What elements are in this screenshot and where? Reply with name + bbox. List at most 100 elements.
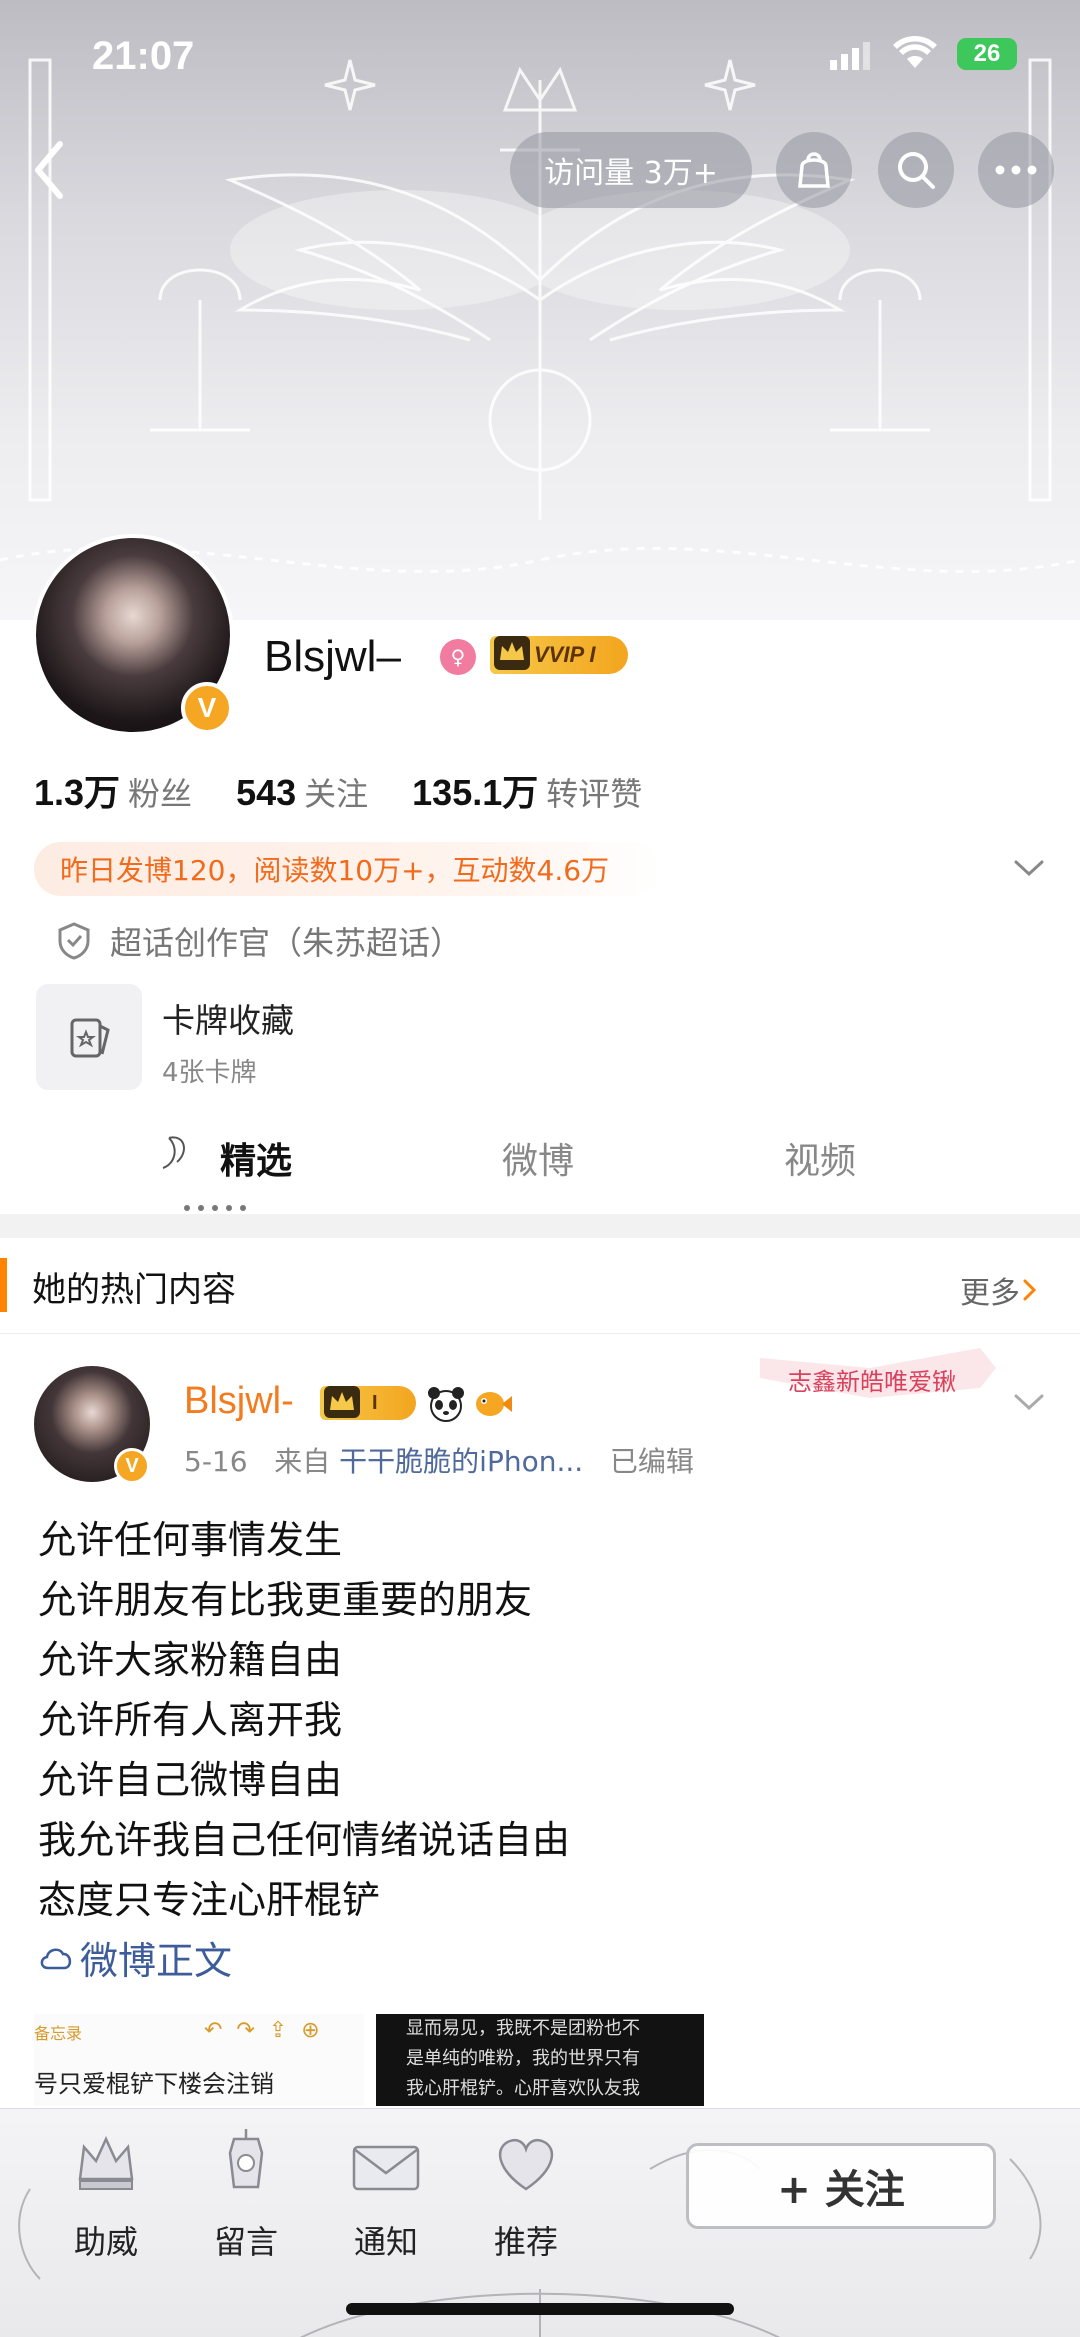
more-options-button[interactable] bbox=[978, 132, 1054, 208]
tab-video[interactable]: 视频 bbox=[784, 1132, 856, 1184]
cheer-label: 助威 bbox=[73, 2223, 138, 2261]
post-date: 5-16 bbox=[184, 1445, 248, 1478]
post-line: 态度只专注心肝棍铲 bbox=[38, 1878, 381, 1922]
memo-text: 号只爱棍铲下楼会注销 bbox=[34, 2070, 274, 2098]
status-bar: 21:07 26 bbox=[0, 0, 1080, 120]
vvip-badge[interactable]: VVIP I bbox=[490, 636, 628, 674]
post-edited: 已编辑 bbox=[609, 1445, 694, 1478]
following-count[interactable]: 543 bbox=[236, 772, 296, 814]
post-meta: 5-16 来自 干干脆脆的iPhon... 已编辑 bbox=[184, 1440, 694, 1480]
gift-bag-icon bbox=[798, 152, 830, 188]
message-button[interactable]: 留言 bbox=[186, 2117, 306, 2307]
cellular-signal-icon bbox=[830, 42, 870, 70]
interactions-label: 转评赞 bbox=[546, 775, 643, 813]
recommend-button[interactable]: 推荐 bbox=[466, 2117, 586, 2307]
post-line: 允许所有人离开我 bbox=[38, 1698, 343, 1742]
post-sticker-decoration: 志鑫新皓唯爱锹 bbox=[760, 1348, 996, 1398]
post-verified-mark: V bbox=[125, 1454, 139, 1477]
profile-tabs: 精选 微博 视频 bbox=[0, 1120, 1080, 1220]
search-icon bbox=[898, 152, 935, 189]
panda-icon bbox=[428, 1387, 464, 1422]
post-line: 允许朋友有比我更重要的朋友 bbox=[38, 1578, 533, 1622]
visit-count-label: 访问量 3万+ bbox=[544, 156, 718, 191]
chevron-right-icon bbox=[1023, 1279, 1037, 1301]
visit-count-pill[interactable]: 访问量 3万+ bbox=[510, 132, 752, 208]
post-vip-level: I bbox=[372, 1391, 378, 1414]
post-body[interactable]: 允许任何事情发生 允许朋友有比我更重要的朋友 允许大家粉籍自由 允许所有人离开我… bbox=[38, 1510, 570, 1930]
shield-icon bbox=[58, 922, 90, 960]
wifi-icon bbox=[893, 36, 937, 68]
search-button[interactable] bbox=[878, 132, 954, 208]
profile-stats: 1.3万 粉丝 543 关注 135.1万 转评赞 bbox=[34, 764, 686, 814]
following-label[interactable]: 关注 bbox=[304, 769, 368, 815]
lantern-icon bbox=[228, 2129, 264, 2189]
post-image-dark-text[interactable]: 显而易见，我既不是团粉也不 是单纯的唯粉，我的世界只有 我心肝棍铲。心肝喜欢队友… bbox=[376, 2014, 704, 2106]
vvip-label: VVIP I bbox=[534, 642, 596, 667]
post-source[interactable]: 干干脆脆的iPhon... bbox=[339, 1445, 583, 1478]
tab-featured[interactable]: 精选 bbox=[220, 1132, 292, 1184]
post-line: 允许大家粉籍自由 bbox=[38, 1638, 343, 1682]
post-image-strip[interactable]: 备忘录 ↶↷⇪⊕ 号只爱棍铲下楼会注销 显而易见，我既不是团粉也不 是单纯的唯粉… bbox=[0, 2014, 1080, 2106]
daily-highlight[interactable]: 昨日发博120，阅读数10万+，互动数4.6万 bbox=[34, 842, 662, 896]
post-line: 允许自己微博自由 bbox=[38, 1758, 343, 1802]
creator-title-row[interactable]: 超话创作官（朱苏超话） bbox=[56, 918, 462, 964]
more-label: 更多 bbox=[960, 1276, 1020, 1311]
recommend-label: 推荐 bbox=[493, 2223, 558, 2261]
dark-image-line: 显而易见，我既不是团粉也不 bbox=[406, 2018, 640, 2039]
post-author-name[interactable]: Blsjwl- bbox=[184, 1380, 294, 1423]
more-dots-icon bbox=[995, 165, 1037, 175]
memo-toolbar-icons: ↶↷⇪⊕ bbox=[204, 2018, 334, 2043]
creator-title: 超话创作官（朱苏超话） bbox=[110, 924, 463, 962]
hot-content-header: 她的热门内容 更多 bbox=[0, 1238, 1080, 1334]
profile-username: Blsjwl– bbox=[264, 632, 401, 681]
battery-icon: 26 bbox=[957, 38, 1017, 70]
memo-title: 备忘录 bbox=[34, 2024, 83, 2043]
post-line: 我允许我自己任何情绪说话自由 bbox=[38, 1818, 571, 1862]
post-from-prefix: 来自 bbox=[274, 1445, 331, 1478]
verified-mark: V bbox=[197, 692, 217, 723]
status-time: 21:07 bbox=[92, 34, 195, 78]
card-collection-count: 4张卡牌 bbox=[162, 1058, 257, 1088]
follow-button[interactable]: + 关注 bbox=[686, 2143, 996, 2229]
sticker-text: 志鑫新皓唯爱锹 bbox=[788, 1368, 956, 1396]
weibo-body-label: 微博正文 bbox=[80, 1939, 233, 1983]
envelope-icon bbox=[352, 2145, 420, 2191]
card-collection-title[interactable]: 卡牌收藏 bbox=[162, 994, 294, 1042]
card-collection-icon-box[interactable] bbox=[36, 984, 142, 1090]
post-image-memo[interactable]: 备忘录 ↶↷⇪⊕ 号只爱棍铲下楼会注销 bbox=[34, 2014, 364, 2106]
follow-label: + 关注 bbox=[777, 2167, 905, 2213]
heart-icon bbox=[498, 2138, 554, 2191]
gift-button[interactable] bbox=[776, 132, 852, 208]
post-menu-chevron-icon[interactable] bbox=[1012, 1390, 1046, 1414]
tab-weibo[interactable]: 微博 bbox=[502, 1132, 574, 1184]
post-crown-icon bbox=[324, 1386, 360, 1418]
weibo-body-link[interactable]: 微博正文 bbox=[38, 1930, 232, 1985]
crown-icon bbox=[494, 636, 530, 670]
hot-content-title: 她的热门内容 bbox=[32, 1270, 236, 1310]
interactions-count: 135.1万 bbox=[412, 772, 539, 813]
card-icon bbox=[70, 1018, 110, 1058]
section-divider bbox=[0, 1214, 1080, 1238]
post-verified-badge: V bbox=[114, 1448, 150, 1484]
fans-count[interactable]: 1.3万 bbox=[34, 764, 120, 816]
post-vip-badge: I bbox=[320, 1386, 416, 1420]
message-label: 留言 bbox=[213, 2223, 278, 2261]
notify-label: 通知 bbox=[353, 2223, 418, 2261]
fish-icon bbox=[476, 1392, 512, 1416]
home-indicator[interactable] bbox=[346, 2303, 734, 2315]
female-gender-icon: ♀ bbox=[440, 639, 476, 675]
more-link[interactable]: 更多 bbox=[960, 1268, 1040, 1312]
battery-level: 26 bbox=[973, 40, 1001, 67]
back-arrow-icon[interactable] bbox=[22, 130, 78, 210]
cloud-icon bbox=[40, 1948, 72, 1969]
dark-image-line: 是单纯的唯粉，我的世界只有 bbox=[406, 2048, 640, 2069]
fans-label[interactable]: 粉丝 bbox=[128, 769, 192, 815]
daily-highlight-text: 昨日发博120，阅读数10万+，互动数4.6万 bbox=[60, 854, 610, 887]
cheer-button[interactable]: 助威 bbox=[46, 2117, 166, 2307]
notify-button[interactable]: 通知 bbox=[326, 2117, 446, 2307]
section-accent-bar bbox=[0, 1258, 7, 1312]
verified-badge: V bbox=[181, 682, 233, 734]
post-line: 允许任何事情发生 bbox=[38, 1518, 343, 1562]
chevron-down-icon[interactable] bbox=[1012, 856, 1046, 880]
dark-image-line: 我心肝棍铲。心肝喜欢队友我 bbox=[406, 2078, 640, 2099]
